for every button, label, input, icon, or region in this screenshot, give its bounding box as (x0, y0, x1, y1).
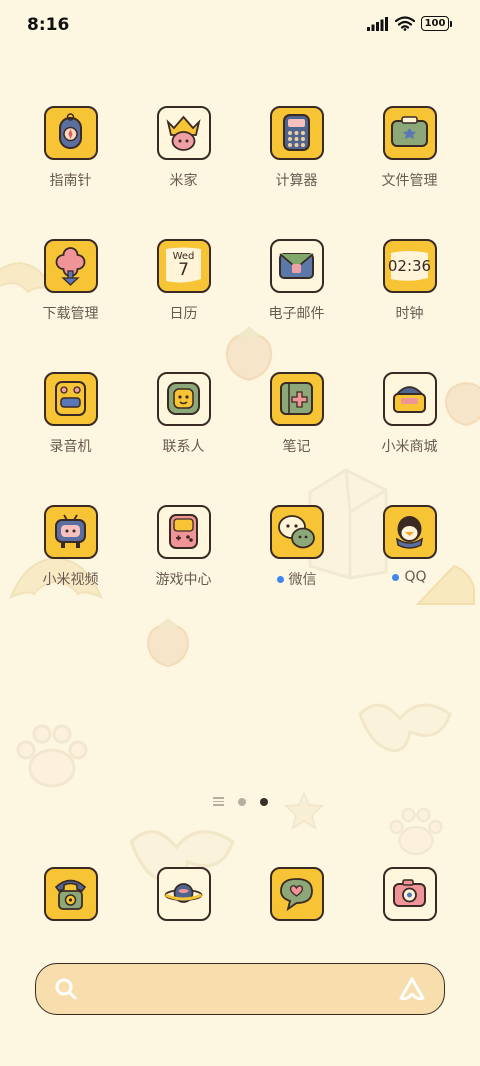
app-label: 时钟 (395, 306, 424, 322)
app-label: 日历 (169, 306, 198, 322)
app-label: 游戏中心 (155, 572, 212, 588)
app-game-center[interactable]: 游戏中心 (127, 505, 240, 589)
app-label: 联系人 (162, 439, 205, 455)
game-center-icon[interactable] (156, 505, 211, 559)
calendar-date: 7 (178, 260, 189, 280)
app-label: 下载管理 (42, 306, 99, 322)
phone-icon[interactable] (43, 867, 98, 921)
app-mijia[interactable]: 米家 (127, 106, 240, 190)
bow-cat-decoration (358, 703, 452, 753)
recorder-icon[interactable] (43, 372, 98, 426)
wifi-icon (395, 16, 415, 31)
app-label: 小米视频 (42, 572, 99, 588)
app-mi-video[interactable]: 小米视频 (14, 505, 127, 589)
new-badge (276, 575, 284, 583)
notes-icon[interactable] (269, 372, 324, 426)
new-badge (392, 573, 400, 581)
mi-video-icon[interactable] (43, 505, 98, 559)
app-calendar[interactable]: Wed 7 日历 (127, 239, 240, 323)
app-email[interactable]: 电子邮件 (240, 239, 353, 323)
battery-icon: 100 (421, 16, 452, 31)
app-label: 指南针 (49, 173, 92, 189)
wechat-icon[interactable] (269, 505, 324, 559)
app-label: 小米商城 (381, 439, 438, 455)
app-wechat[interactable]: 微信 (240, 505, 353, 589)
assistant-icon[interactable] (398, 976, 426, 1002)
app-contacts[interactable]: 联系人 (127, 372, 240, 456)
page-indicator-list (213, 797, 224, 806)
contacts-icon[interactable] (156, 372, 211, 426)
email-icon[interactable] (269, 239, 324, 293)
page-dot-active (260, 797, 268, 806)
download-icon[interactable] (43, 239, 98, 293)
app-qq[interactable]: QQ (353, 505, 466, 589)
dock-messages[interactable] (240, 867, 353, 921)
search-bar[interactable] (35, 963, 445, 1015)
clock-icon[interactable]: 02:36 (382, 239, 437, 293)
calendar-icon[interactable]: Wed 7 (156, 239, 211, 293)
app-recorder[interactable]: 录音机 (14, 372, 127, 456)
status-icons: 100 (367, 16, 452, 31)
star-decoration (284, 790, 324, 830)
app-label: 录音机 (49, 439, 92, 455)
app-mi-store[interactable]: 小米商城 (353, 372, 466, 456)
app-clock[interactable]: 02:36 时钟 (353, 239, 466, 323)
messages-icon[interactable] (269, 867, 324, 921)
mi-store-icon[interactable] (382, 372, 437, 426)
camera-icon[interactable] (382, 867, 437, 921)
paw-decoration (16, 724, 88, 788)
app-label: 米家 (169, 173, 198, 189)
page-indicator[interactable] (213, 797, 268, 806)
compass-icon[interactable] (43, 106, 98, 160)
file-manager-icon[interactable] (382, 106, 437, 160)
browser-icon[interactable] (156, 867, 211, 921)
app-label: 文件管理 (381, 173, 438, 189)
battery-level: 100 (421, 16, 449, 31)
dock-browser[interactable] (127, 867, 240, 921)
dock-camera[interactable] (353, 867, 466, 921)
status-time: 8:16 (27, 15, 70, 35)
app-label: 电子邮件 (268, 306, 325, 322)
app-download-manager[interactable]: 下载管理 (14, 239, 127, 323)
dock-phone[interactable] (14, 867, 127, 921)
search-icon[interactable] (54, 977, 78, 1001)
strawberry-decoration (146, 618, 190, 668)
app-file-manager[interactable]: 文件管理 (353, 106, 466, 190)
mijia-icon[interactable] (156, 106, 211, 160)
app-compass[interactable]: 指南针 (14, 106, 127, 190)
qq-icon[interactable] (382, 505, 437, 559)
app-label: 笔记 (282, 439, 311, 455)
app-label: 计算器 (275, 173, 318, 189)
dock (14, 867, 466, 921)
app-label: 微信 (288, 572, 317, 588)
calculator-icon[interactable] (269, 106, 324, 160)
clock-time: 02:36 (387, 257, 430, 275)
page-dot-inactive (238, 797, 246, 806)
app-calculator[interactable]: 计算器 (240, 106, 353, 190)
signal-icon (367, 16, 388, 31)
app-grid: 指南针 米家 计算器 文件管理 下载管理 Wed 7 日历 电子邮件 02:36… (14, 106, 466, 589)
status-bar: 8:16 100 (0, 0, 480, 50)
paw-decoration (389, 807, 443, 856)
app-label: QQ (404, 569, 427, 585)
app-notes[interactable]: 笔记 (240, 372, 353, 456)
